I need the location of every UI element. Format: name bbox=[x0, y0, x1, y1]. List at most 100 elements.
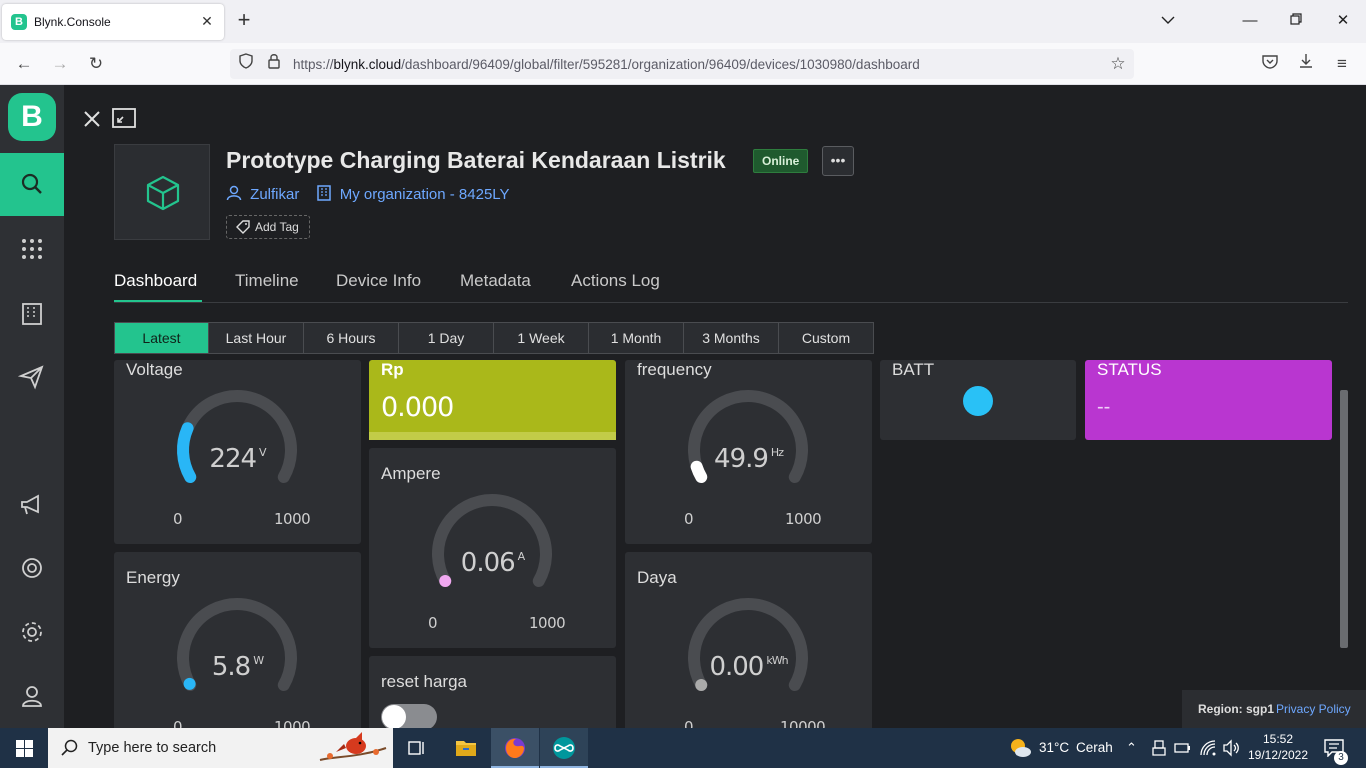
batt-widget: BATT bbox=[880, 360, 1076, 440]
tag-icon bbox=[236, 220, 250, 234]
wifi-icon[interactable] bbox=[1199, 739, 1217, 757]
building-icon[interactable] bbox=[18, 299, 46, 327]
new-tab-icon[interactable]: + bbox=[234, 9, 254, 31]
bookmark-star-icon[interactable]: ☆ bbox=[1106, 53, 1130, 75]
status-badge: Online bbox=[753, 149, 809, 173]
widget-title: frequency bbox=[637, 360, 712, 379]
tab-title: Blynk.Console bbox=[34, 15, 111, 29]
tab-list-chevron-icon[interactable] bbox=[1158, 11, 1178, 31]
weather-temperature: 31°C bbox=[1039, 740, 1070, 755]
device-image bbox=[114, 144, 210, 240]
privacy-policy-link[interactable]: Privacy Policy bbox=[1276, 690, 1351, 728]
widget-title: Voltage bbox=[126, 360, 183, 379]
filter-1-day[interactable]: 1 Day bbox=[399, 322, 494, 354]
daya-gauge bbox=[688, 598, 808, 691]
pocket-icon[interactable] bbox=[1258, 53, 1282, 75]
user-profile-icon[interactable] bbox=[18, 682, 46, 710]
widget-title: Rp bbox=[381, 360, 404, 379]
gauge-max: 1000 bbox=[785, 510, 822, 528]
browser-tab[interactable]: B Blynk.Console ✕ bbox=[2, 4, 224, 40]
battery-plug-icon[interactable] bbox=[1174, 740, 1192, 756]
tab-metadata[interactable]: Metadata bbox=[460, 271, 531, 291]
filter-last-hour[interactable]: Last Hour bbox=[209, 322, 304, 354]
filter-1-month[interactable]: 1 Month bbox=[589, 322, 684, 354]
notification-count: 3 bbox=[1334, 751, 1348, 765]
widget-title: reset harga bbox=[381, 672, 467, 691]
menu-hamburger-icon[interactable]: ≡ bbox=[1330, 53, 1354, 75]
taskbar-search[interactable]: Type here to search bbox=[48, 728, 393, 768]
close-window-icon[interactable]: ✕ bbox=[1333, 11, 1353, 31]
user-icon bbox=[226, 185, 242, 201]
shield-icon[interactable] bbox=[234, 53, 258, 75]
task-view-icon[interactable] bbox=[393, 728, 441, 768]
firefox-taskbar-icon[interactable] bbox=[491, 728, 539, 768]
tab-actions-log[interactable]: Actions Log bbox=[571, 271, 660, 291]
time-filter: Latest Last Hour 6 Hours 1 Day 1 Week 1 … bbox=[114, 322, 874, 354]
download-icon[interactable] bbox=[1294, 53, 1318, 75]
address-bar[interactable]: https://blynk.cloud/dashboard/96409/glob… bbox=[230, 49, 1134, 79]
gauge-value: 0.06 A bbox=[460, 548, 525, 578]
widget-title: Daya bbox=[637, 568, 677, 587]
gauge-max: 1000 bbox=[274, 510, 311, 528]
tab-device-info[interactable]: Device Info bbox=[336, 271, 421, 291]
windows-start-icon[interactable] bbox=[16, 740, 33, 757]
tray-overflow-chevron-icon[interactable]: ⌃ bbox=[1126, 740, 1137, 768]
frequency-gauge bbox=[688, 390, 808, 483]
filter-custom[interactable]: Custom bbox=[779, 322, 874, 354]
dashboard-scrollbar[interactable] bbox=[1340, 390, 1348, 648]
owner-link[interactable]: Zulfikar bbox=[250, 186, 299, 203]
back-arrow-icon[interactable]: ← bbox=[12, 53, 36, 75]
close-icon[interactable] bbox=[82, 109, 102, 129]
gauge-value: 224 V bbox=[209, 444, 266, 474]
energy-gauge bbox=[177, 598, 297, 691]
more-options-button[interactable]: ••• bbox=[822, 146, 854, 176]
tab-timeline[interactable]: Timeline bbox=[235, 271, 299, 291]
search-icon bbox=[21, 173, 42, 194]
sidebar-item-search[interactable] bbox=[0, 153, 64, 216]
device-name: Prototype Charging Baterai Kendaraan Lis… bbox=[226, 147, 726, 173]
tab-dashboard[interactable]: Dashboard bbox=[114, 271, 197, 291]
filter-1-week[interactable]: 1 Week bbox=[494, 322, 589, 354]
filter-latest[interactable]: Latest bbox=[114, 322, 209, 354]
gauge-min: 0 bbox=[173, 510, 183, 528]
arduino-taskbar-icon[interactable] bbox=[540, 728, 588, 768]
lock-icon[interactable] bbox=[262, 53, 286, 75]
organization-icon bbox=[316, 185, 331, 201]
status-widget: STATUS -- bbox=[1085, 360, 1332, 440]
restore-icon[interactable] bbox=[1286, 11, 1306, 31]
voltage-widget: Voltage 224 V 0 1000 bbox=[114, 360, 361, 544]
batt-led-indicator bbox=[963, 386, 993, 416]
expand-icon[interactable] bbox=[112, 108, 136, 128]
footer: Region: sgp1 Privacy Policy bbox=[1182, 690, 1366, 728]
help-lifebuoy-icon[interactable] bbox=[18, 554, 46, 582]
settings-gear-icon[interactable] bbox=[18, 618, 46, 646]
forward-arrow-icon[interactable]: → bbox=[48, 53, 72, 75]
filter-6-hours[interactable]: 6 Hours bbox=[304, 322, 399, 354]
widget-title: Ampere bbox=[381, 464, 441, 483]
device-dashboard-page: Prototype Charging Baterai Kendaraan Lis… bbox=[64, 85, 1366, 728]
frequency-widget: frequency 49.9 Hz 0 1000 bbox=[625, 360, 872, 544]
minimize-icon[interactable]: — bbox=[1240, 11, 1260, 31]
cardinal-bird-icon bbox=[319, 732, 387, 761]
filter-3-months[interactable]: 3 Months bbox=[684, 322, 779, 354]
clock-date: 19/12/2022 bbox=[1247, 748, 1309, 762]
gauge-max: 10000 bbox=[780, 718, 826, 728]
add-tag-button[interactable]: Add Tag bbox=[226, 215, 310, 239]
widget-title: STATUS bbox=[1097, 360, 1162, 379]
reset-harga-switch[interactable] bbox=[381, 704, 437, 728]
usb-device-icon[interactable] bbox=[1152, 740, 1166, 756]
clock[interactable]: 15:52 19/12/2022 bbox=[1246, 728, 1310, 768]
widget-title: BATT bbox=[892, 360, 935, 379]
volume-icon[interactable] bbox=[1222, 739, 1240, 757]
device-cube-icon bbox=[146, 175, 180, 211]
close-tab-icon[interactable]: ✕ bbox=[198, 12, 216, 30]
send-plane-icon[interactable] bbox=[18, 363, 46, 391]
organization-link[interactable]: My organization - 8425LY bbox=[340, 186, 510, 203]
reload-icon[interactable]: ↻ bbox=[84, 53, 108, 75]
blynk-sidebar: B bbox=[0, 85, 64, 728]
megaphone-icon[interactable] bbox=[18, 491, 46, 519]
search-icon bbox=[61, 739, 78, 756]
grid-apps-icon[interactable] bbox=[18, 235, 46, 263]
file-explorer-icon[interactable] bbox=[442, 728, 490, 768]
blynk-logo[interactable]: B bbox=[8, 93, 56, 141]
